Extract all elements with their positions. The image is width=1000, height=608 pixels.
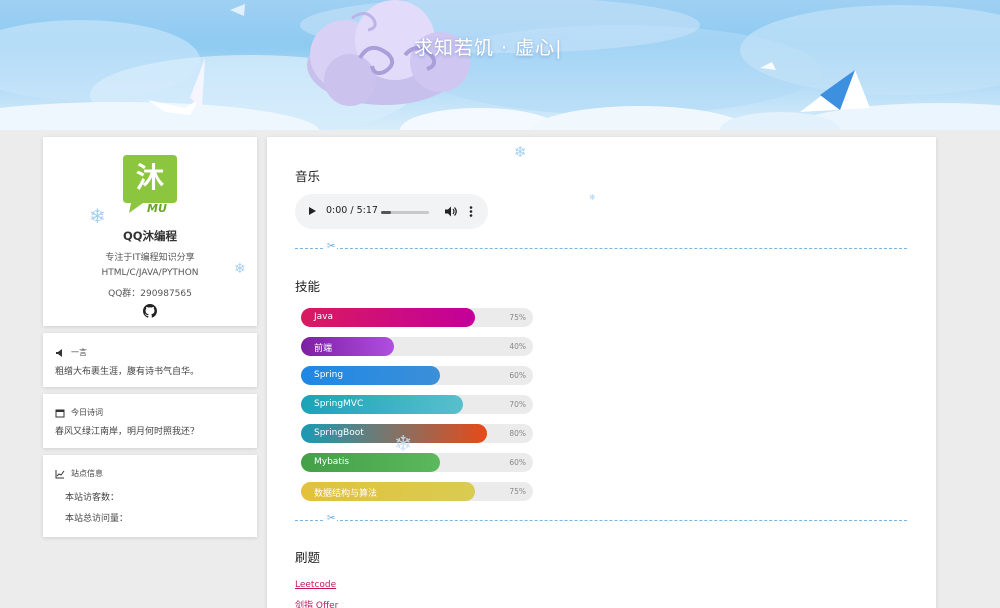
logo-sub: MU	[147, 202, 167, 215]
poem-text: 春风又绿江南岸，明月何时照我还？	[55, 427, 200, 437]
leetcode-link[interactable]: Leetcode	[295, 580, 336, 590]
skill-bar: Mybatis 60%	[301, 453, 533, 472]
skill-bar: SpringBoot 80%	[301, 424, 533, 443]
profile-languages: HTML/C/JAVA/PYTHON	[101, 268, 199, 278]
visitor-count: 本站访客数：	[65, 493, 120, 503]
skills-title: 技能	[295, 279, 321, 294]
skill-name: 数据结构与算法	[314, 489, 378, 499]
skill-name: Mybatis	[314, 457, 350, 467]
skill-percent: 60%	[509, 458, 526, 467]
skill-percent: 75%	[509, 313, 526, 322]
practice-title: 刷题	[295, 550, 321, 565]
skill-percent: 80%	[509, 429, 526, 438]
profile-tagline: 专注于IT编程知识分享	[105, 253, 195, 263]
header-banner: 求知若饥 · 虚心|	[0, 0, 1000, 130]
audio-time: 0:00 / 5:17	[326, 205, 378, 216]
profile-name: QQ沐编程	[122, 229, 178, 243]
logo-char: 沐	[136, 161, 164, 194]
quote-card: 一言 粗缯大布裹生涯，腹有诗书气自华。	[43, 333, 257, 387]
offer-link[interactable]: 剑指 Offer	[295, 598, 338, 608]
profile-card: 沐 MU QQ沐编程 专注于IT编程知识分享 HTML/C/JAVA/PYTHO…	[43, 137, 257, 326]
github-icon[interactable]	[143, 304, 157, 318]
site-info-card: 站点信息 本站访客数： 本站总访问量：	[43, 455, 257, 537]
skill-bar: 前端 40%	[301, 337, 533, 356]
skill-name: SpringMVC	[314, 399, 364, 409]
poem-card: 今日诗词 春风又绿江南岸，明月何时照我还？	[43, 394, 257, 448]
music-title: 音乐	[295, 169, 321, 184]
section-divider	[295, 520, 907, 521]
more-options-icon[interactable]	[469, 206, 473, 217]
quote-text: 粗缯大布裹生涯，腹有诗书气自华。	[55, 367, 200, 377]
skill-bar: Spring 60%	[301, 366, 533, 385]
quote-title: 一言	[71, 348, 87, 357]
audio-player[interactable]: 0:00 / 5:17	[295, 194, 488, 229]
skill-bar: SpringMVC 70%	[301, 395, 533, 414]
sky-illustration	[0, 0, 1000, 130]
main-content: 音乐 0:00 / 5:17 ✂ 技能 Java 75% 前端 40% Spring 60…	[267, 137, 936, 608]
scissors-icon: ✂	[325, 241, 338, 252]
view-count: 本站总访问量：	[65, 514, 129, 524]
scissors-icon: ✂	[325, 513, 338, 524]
mu-logo: 沐 MU	[121, 153, 179, 215]
skill-name: 前端	[314, 344, 333, 354]
skill-percent: 40%	[509, 342, 526, 351]
profile-qq-group: QQ群：290987565	[108, 289, 192, 299]
play-icon[interactable]	[309, 207, 316, 215]
audio-seek-bar[interactable]	[381, 211, 429, 214]
skill-percent: 60%	[509, 371, 526, 380]
chart-line-icon	[55, 469, 65, 478]
banner-slogan: 求知若饥 · 虚心|	[414, 37, 563, 59]
section-divider	[295, 248, 907, 249]
skill-name: SpringBoot	[314, 428, 364, 438]
skill-bar: Java 75%	[301, 308, 533, 327]
skill-name: Spring	[314, 370, 344, 380]
skill-bar: 数据结构与算法 75%	[301, 482, 533, 501]
calendar-icon	[55, 409, 65, 417]
megaphone-icon	[56, 348, 62, 357]
volume-icon[interactable]	[445, 206, 457, 217]
skill-percent: 70%	[509, 400, 526, 409]
skill-percent: 75%	[509, 487, 526, 496]
site-info-title: 站点信息	[71, 469, 103, 478]
skill-name: Java	[314, 312, 334, 322]
poem-title: 今日诗词	[71, 408, 103, 417]
